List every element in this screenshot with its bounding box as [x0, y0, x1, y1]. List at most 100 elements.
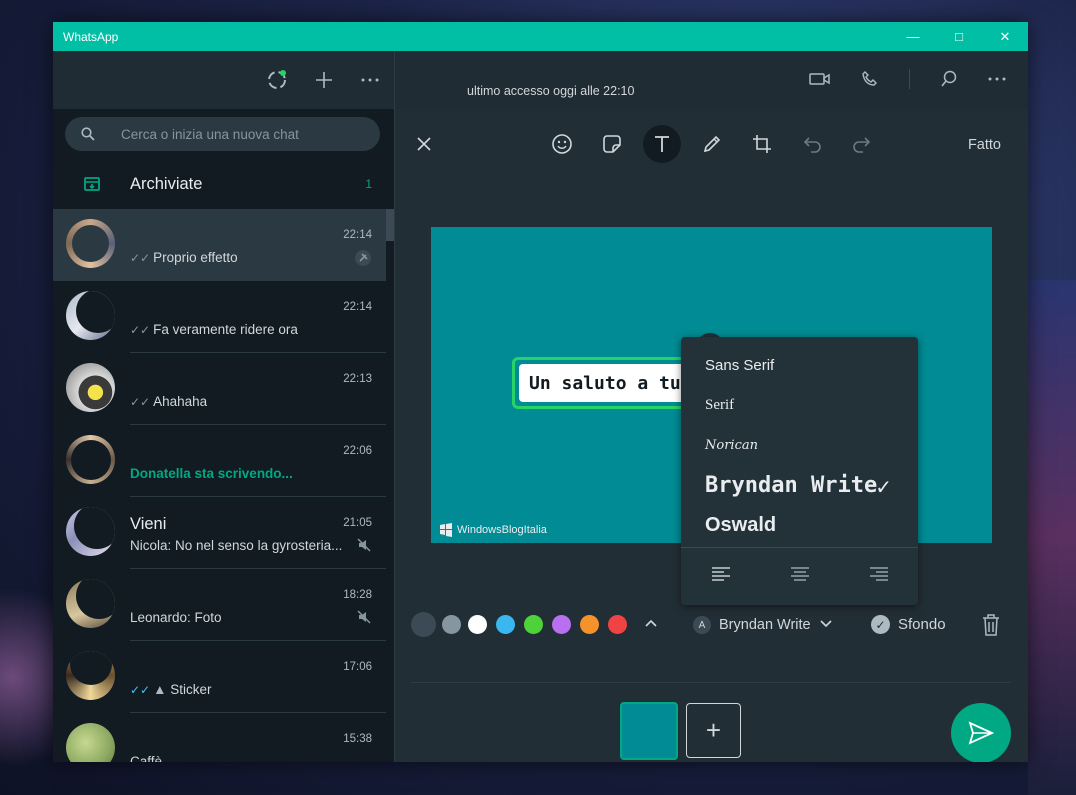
- color-swatch-5[interactable]: [552, 615, 571, 634]
- chat-time: 22:13: [343, 373, 372, 385]
- font-menu: Sans Serif Serif Norican Bryndan Write ✓…: [681, 337, 918, 605]
- plus-icon: +: [705, 715, 722, 745]
- close-window-button[interactable]: ✕: [982, 22, 1028, 51]
- font-option-sans-serif[interactable]: Sans Serif: [705, 357, 774, 374]
- font-select[interactable]: A Bryndan Write: [683, 607, 843, 643]
- add-image-button[interactable]: +: [686, 703, 741, 758]
- double-check-icon: ✓✓: [130, 395, 151, 409]
- chat-sidebar: Cerca o inizia una nuova chat Archiviate…: [53, 51, 394, 762]
- font-option-bryndan-write[interactable]: Bryndan Write: [705, 473, 877, 498]
- window-title: WhatsApp: [63, 29, 119, 44]
- muted-icon: [356, 537, 372, 558]
- check-icon: ✓: [875, 477, 892, 499]
- redo-icon[interactable]: [843, 125, 881, 163]
- sticker-text[interactable]: Un saluto a tutti: [519, 364, 685, 402]
- color-swatch-7[interactable]: [608, 615, 627, 634]
- sidebar-header: [53, 51, 394, 109]
- undo-icon[interactable]: [793, 125, 831, 163]
- pencil-icon[interactable]: [693, 125, 731, 163]
- color-swatch-3[interactable]: [496, 615, 515, 634]
- text-alignment-row: [681, 547, 918, 605]
- watermark: WindowsBlogItalia: [439, 523, 547, 537]
- video-call-icon[interactable]: [809, 71, 831, 87]
- search-placeholder: Cerca o inizia una nuova chat: [121, 126, 299, 142]
- windows-logo-icon: [440, 523, 452, 537]
- chevron-up-icon[interactable]: [644, 616, 658, 635]
- trash-icon[interactable]: [981, 613, 1001, 642]
- color-swatch-2[interactable]: [468, 615, 487, 634]
- chat-item[interactable]: 22:13 ✓✓ Ahahaha: [53, 353, 386, 425]
- pin-icon: [354, 249, 372, 272]
- search-input[interactable]: Cerca o inizia una nuova chat: [65, 117, 380, 151]
- image-editor: Fatto Un saluto a tutti WindowsBlogItali…: [395, 109, 1028, 762]
- text-tool-icon[interactable]: [643, 125, 681, 163]
- color-swatch-4[interactable]: [524, 615, 543, 634]
- chat-preview-row: ✓✓ Ahahaha: [130, 394, 207, 409]
- chat-time: 22:06: [343, 445, 372, 457]
- status-icon[interactable]: [266, 69, 288, 91]
- new-chat-icon[interactable]: [314, 70, 334, 90]
- archived-row[interactable]: Archiviate 1: [53, 159, 394, 209]
- search-messages-icon[interactable]: [940, 70, 958, 88]
- chat-preview: Fa veramente ridere ora: [153, 322, 298, 337]
- chat-name: Vieni: [130, 515, 167, 533]
- chat-time: 15:38: [343, 733, 372, 745]
- chat-preview: Proprio effetto: [153, 250, 238, 265]
- emoji-icon[interactable]: [543, 125, 581, 163]
- avatar: [66, 219, 115, 268]
- double-check-icon: ✓✓: [130, 683, 151, 697]
- chat-item[interactable]: 15:38 Caffè: [53, 713, 386, 762]
- done-button[interactable]: Fatto: [968, 137, 1001, 153]
- close-editor-icon[interactable]: [405, 125, 443, 163]
- editor-toolbar: Fatto: [395, 109, 1028, 181]
- color-swatch-1[interactable]: [442, 615, 461, 634]
- chat-item[interactable]: 22:14 ✓✓ Proprio effetto: [53, 209, 386, 281]
- image-thumbnail[interactable]: [620, 702, 678, 760]
- avatar: [66, 723, 115, 762]
- chat-preview: Caffè: [130, 754, 163, 762]
- search-icon: [81, 127, 95, 141]
- color-swatch-0[interactable]: [411, 612, 436, 637]
- phone-call-icon[interactable]: [861, 70, 879, 88]
- chat-item[interactable]: 22:14 ✓✓ Fa veramente ridere ora: [53, 281, 386, 353]
- color-swatch-6[interactable]: [580, 615, 599, 634]
- align-right-icon[interactable]: [869, 566, 889, 587]
- chat-item[interactable]: 18:28 Leonardo: Foto: [53, 569, 386, 641]
- font-option-oswald[interactable]: Oswald: [705, 514, 776, 537]
- sticker-tool-icon[interactable]: [593, 125, 631, 163]
- font-option-serif[interactable]: Serif: [705, 397, 734, 414]
- archived-label: Archiviate: [130, 174, 203, 193]
- minimize-button[interactable]: —: [890, 22, 936, 51]
- title-bar: WhatsApp — □ ✕: [53, 22, 1028, 51]
- maximize-button[interactable]: □: [936, 22, 982, 51]
- chat-preview: Nicola: No nel senso la gyrosteria...: [130, 538, 343, 553]
- chat-item[interactable]: 17:06 ✓✓ ▲ Sticker: [53, 641, 386, 713]
- avatar: [66, 363, 115, 412]
- font-option-norican[interactable]: Norican: [705, 438, 758, 453]
- scrollbar[interactable]: [386, 209, 394, 241]
- align-center-icon[interactable]: [790, 566, 810, 587]
- crop-rotate-icon[interactable]: [743, 125, 781, 163]
- chat-time: 18:28: [343, 589, 372, 601]
- header-separator: [909, 69, 910, 89]
- chat-item[interactable]: 22:06 Donatella sta scrivendo...: [53, 425, 386, 497]
- align-left-icon[interactable]: [711, 566, 731, 587]
- double-check-icon: ✓✓: [130, 323, 151, 337]
- menu-icon[interactable]: [360, 77, 380, 83]
- chat-time: 21:05: [343, 517, 372, 529]
- conversation-menu-icon[interactable]: [988, 76, 1006, 82]
- check-circle-icon: ✓: [871, 615, 890, 634]
- chat-preview-row: ✓✓ Fa veramente ridere ora: [130, 322, 298, 337]
- chat-item[interactable]: 21:05 Vieni Nicola: No nel senso la gyro…: [53, 497, 386, 569]
- last-seen: ultimo accesso oggi alle 22:10: [467, 84, 635, 98]
- send-button[interactable]: [951, 703, 1011, 762]
- avatar: [66, 579, 115, 628]
- muted-icon: [356, 609, 372, 630]
- text-sticker[interactable]: Un saluto a tutti: [512, 357, 692, 409]
- avatar: [66, 435, 115, 484]
- avatar: [66, 291, 115, 340]
- desktop-background-right: [1028, 280, 1076, 795]
- watermark-text: WindowsBlogItalia: [457, 524, 547, 536]
- chat-time: 17:06: [343, 661, 372, 673]
- background-toggle[interactable]: ✓ Sfondo: [871, 615, 946, 634]
